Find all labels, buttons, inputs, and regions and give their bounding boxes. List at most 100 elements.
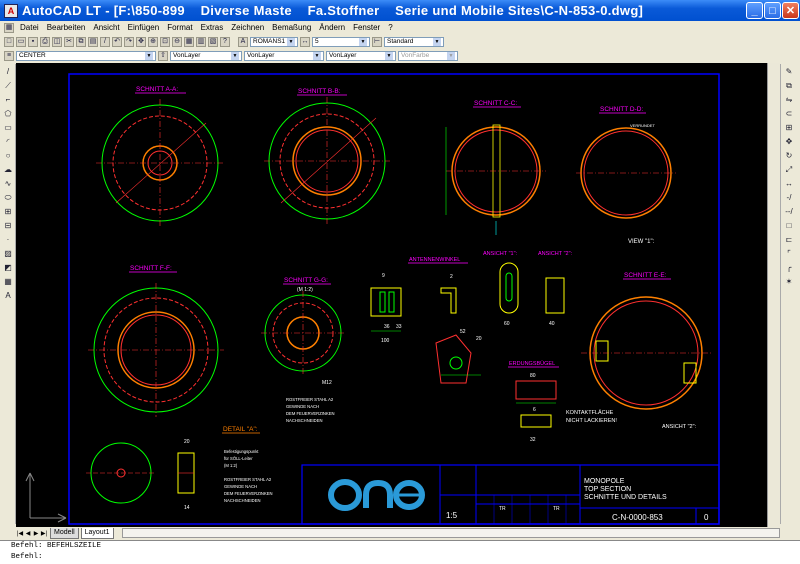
note-g-line2: GEWINDE NACH	[286, 404, 319, 409]
polyline-icon[interactable]: ⌐	[2, 94, 14, 106]
textstyle-select[interactable]: ROMANS1 ▼	[250, 36, 298, 47]
tab-last-icon[interactable]: ▶|	[40, 530, 48, 537]
arc-icon[interactable]: ◜	[2, 136, 14, 148]
trim-icon[interactable]: -/	[783, 192, 795, 204]
horizontal-scrollbar[interactable]	[121, 528, 780, 538]
rectangle-icon[interactable]: ▭	[2, 122, 14, 134]
construction-line-icon[interactable]: ⟋	[2, 80, 14, 92]
copy-icon[interactable]: ⧉	[76, 36, 86, 47]
revision: 0	[704, 513, 709, 522]
tab-prev-icon[interactable]: ◀	[24, 530, 32, 537]
make-current-icon[interactable]: ⇧	[158, 50, 168, 61]
plotstyle-select[interactable]: VonFarbe ▼	[398, 50, 458, 61]
tab-first-icon[interactable]: |◀	[16, 530, 24, 537]
paste-icon[interactable]: ▤	[88, 36, 98, 47]
menu-zeichnen[interactable]: Zeichnen	[227, 23, 268, 32]
mirror-icon[interactable]: ⇋	[783, 94, 795, 106]
layer-select[interactable]: CENTER ▼	[16, 50, 156, 61]
dimstyle-select[interactable]: Standard ▼	[384, 36, 444, 47]
menu-format[interactable]: Format	[163, 23, 196, 32]
toolpalette-icon[interactable]: ▧	[208, 36, 218, 47]
zoom-realtime-icon[interactable]: ⊕	[148, 36, 158, 47]
open-icon[interactable]: ▭	[16, 36, 26, 47]
matchprop-icon[interactable]: /	[100, 36, 110, 47]
properties-icon[interactable]: ▦	[184, 36, 194, 47]
region-icon[interactable]: ◩	[2, 262, 14, 274]
zoom-window-icon[interactable]: ⊡	[160, 36, 170, 47]
maximize-button[interactable]: □	[764, 2, 781, 19]
scale-icon[interactable]: ⤢	[783, 164, 795, 176]
menu-aendern[interactable]: Ändern	[315, 23, 349, 32]
mtext-icon[interactable]: A	[2, 290, 14, 302]
menu-bearbeiten[interactable]: Bearbeiten	[43, 23, 90, 32]
join-icon[interactable]: ⊏	[783, 234, 795, 246]
preview-icon[interactable]: ◫	[52, 36, 62, 47]
tab-model[interactable]: Modell	[50, 527, 79, 539]
table-icon[interactable]: ▦	[2, 276, 14, 288]
textheight-select[interactable]: 5 ▼	[312, 36, 370, 47]
point-icon[interactable]: ·	[2, 234, 14, 246]
autocad-app-icon[interactable]: A	[4, 3, 18, 18]
document-icon[interactable]: ▦	[4, 22, 14, 33]
menu-extras[interactable]: Extras	[197, 23, 228, 32]
section-g-label: SCHNITT G-G:	[284, 277, 328, 284]
drawing-canvas[interactable]: SCHNITT A-A: SCHNITT B-B: SCHNITT C-C: S…	[16, 63, 767, 527]
command-prompt[interactable]: Befehl:	[11, 552, 800, 563]
command-history: Befehl: BEFEHLSZEILE	[11, 542, 102, 550]
vertical-scrollbar[interactable]	[767, 63, 780, 527]
flange-a-a	[96, 99, 224, 227]
break-icon[interactable]: □	[783, 220, 795, 232]
help-icon[interactable]: ?	[220, 36, 230, 47]
command-line[interactable]: Befehl: BEFEHLSZEILE Befehl:	[0, 540, 800, 564]
menu-einfuegen[interactable]: Einfügen	[124, 23, 164, 32]
dim-52: 52	[460, 329, 466, 335]
menu-ansicht[interactable]: Ansicht	[89, 23, 123, 32]
menu-bemassung[interactable]: Bemaßung	[268, 23, 315, 32]
chamfer-icon[interactable]: ⌜	[783, 248, 795, 260]
tab-next-icon[interactable]: ▶	[32, 530, 40, 537]
chevron-down-icon: ▼	[447, 51, 455, 60]
menu-fenster[interactable]: Fenster	[349, 23, 384, 32]
polygon-icon[interactable]: ⬠	[2, 108, 14, 120]
move-icon[interactable]: ✥	[783, 136, 795, 148]
revcloud-icon[interactable]: ☁	[2, 164, 14, 176]
rotate-icon[interactable]: ↻	[783, 150, 795, 162]
insert-block-icon[interactable]: ⊞	[2, 206, 14, 218]
dim-40: 40	[549, 321, 555, 327]
erase-icon[interactable]: ✎	[783, 66, 795, 78]
m12-label: M12	[322, 380, 332, 386]
fillet-icon[interactable]: ╭	[783, 262, 795, 274]
cut-icon[interactable]: ✂	[64, 36, 74, 47]
color-select[interactable]: VonLayer ▼	[170, 50, 242, 61]
zoom-previous-icon[interactable]: ⊖	[172, 36, 182, 47]
menu-datei[interactable]: Datei	[16, 23, 43, 32]
array-icon[interactable]: ⊞	[783, 122, 795, 134]
hatch-icon[interactable]: ▨	[2, 248, 14, 260]
copy-object-icon[interactable]: ⧉	[783, 80, 795, 92]
window-title-bar[interactable]: A AutoCAD LT - [F:\850-899 Diverse Maste…	[0, 0, 800, 21]
redo-icon[interactable]: ↷	[124, 36, 134, 47]
print-icon[interactable]: ⎙	[40, 36, 50, 47]
menu-help[interactable]: ?	[384, 23, 396, 32]
dim-60: 60	[504, 321, 510, 327]
make-block-icon[interactable]: ⊟	[2, 220, 14, 232]
designcenter-icon[interactable]: ▥	[196, 36, 206, 47]
layer-manager-icon[interactable]: ≡	[4, 50, 14, 61]
line-icon[interactable]: /	[2, 66, 14, 78]
circle-icon[interactable]: ○	[2, 150, 14, 162]
linetype-select[interactable]: VonLayer ▼	[244, 50, 324, 61]
offset-icon[interactable]: ⊂	[783, 108, 795, 120]
spline-icon[interactable]: ∿	[2, 178, 14, 190]
minimize-button[interactable]: _	[746, 2, 763, 19]
ellipse-icon[interactable]: ⬭	[2, 192, 14, 204]
lineweight-select[interactable]: VonLayer ▼	[326, 50, 396, 61]
undo-icon[interactable]: ↶	[112, 36, 122, 47]
close-button[interactable]: ✕	[782, 2, 799, 19]
tab-layout1[interactable]: Layout1	[80, 527, 114, 539]
explode-icon[interactable]: ✶	[783, 276, 795, 288]
new-icon[interactable]: □	[4, 36, 14, 47]
save-icon[interactable]: ▪	[28, 36, 38, 47]
extend-icon[interactable]: --/	[783, 206, 795, 218]
stretch-icon[interactable]: ↔	[783, 178, 795, 190]
pan-icon[interactable]: ✥	[136, 36, 146, 47]
